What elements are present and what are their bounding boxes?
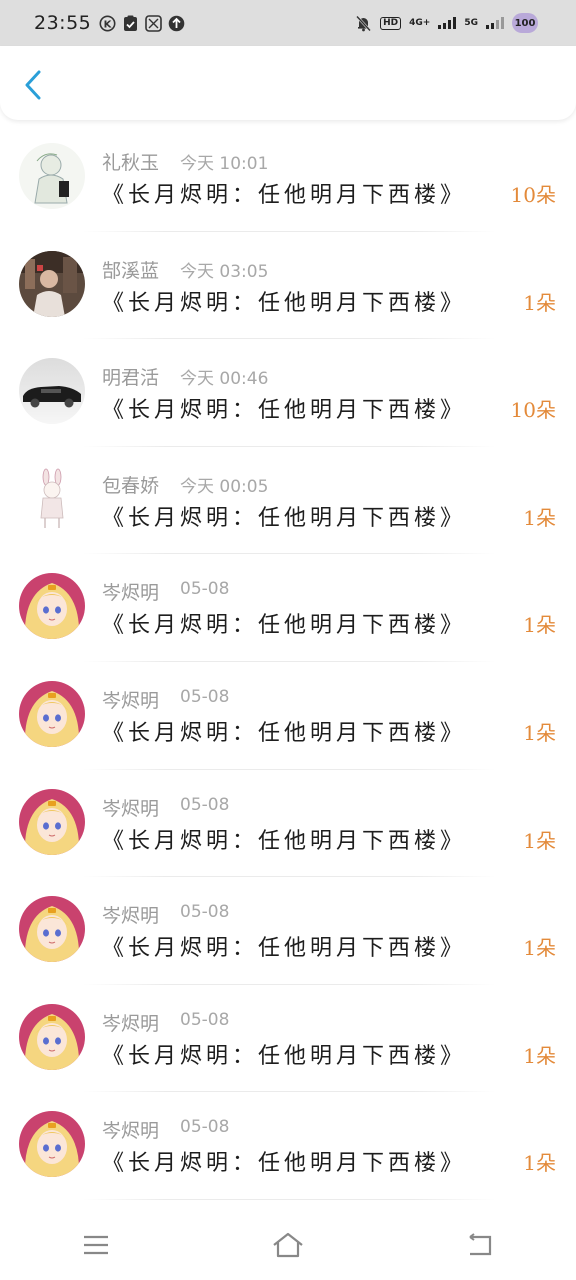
photo-person-avatar [19,250,85,317]
anime-girl-avatar [19,896,85,963]
sender-name: 岑烬明 [102,689,160,712]
list-item[interactable]: 岑烬明 05-08 《长月烬明：任他明月下西楼》 1朵 [0,1092,576,1200]
battery-icon: 100 [512,13,538,33]
timestamp: 今天 03:05 [180,261,269,282]
back-nav-button[interactable] [460,1225,500,1265]
menu-button[interactable] [76,1225,116,1265]
anime-girl-avatar [19,1111,85,1178]
flower-count: 1朵 [523,613,556,638]
sender-name: 包春娇 [102,474,160,497]
book-title: 《长月烬明：任他明月下西楼》 [102,183,467,208]
header [0,46,576,120]
timestamp: 05-08 [180,1117,230,1138]
list-item[interactable]: 包春娇 今天 00:05 《长月烬明：任他明月下西楼》 1朵 [0,447,576,555]
book-title: 《长月烬明：任他明月下西楼》 [102,613,467,639]
sender-name: 岑烬明 [102,582,160,605]
back-icon [469,1233,492,1256]
book-title: 《长月烬明：任他明月下西楼》 [102,398,467,424]
list-item[interactable]: 明君活 今天 00:46 《长月烬明：任他明月下西楼》 10朵 [0,339,576,447]
timestamp: 05-08 [180,579,230,600]
gallery-icon [145,14,163,32]
gift-record-list: 礼秋玉 今天 10:01 《长月烬明：任他明月下西楼》 10朵 郜溪蓝 今天 0… [0,124,576,1200]
flower-count: 1朵 [523,828,556,853]
list-item[interactable]: 礼秋玉 今天 10:01 《长月烬明：任他明月下西楼》 10朵 [0,124,576,232]
list-item[interactable]: 岑烬明 05-08 《长月烬明：任他明月下西楼》 1朵 [0,877,576,985]
book-title: 《长月烬明：任他明月下西楼》 [102,505,467,531]
status-bar: 23:55 K HD 4G+ 5G 100 [0,0,576,46]
flower-count: 1朵 [523,1043,556,1068]
hd-label: HD [380,16,402,30]
home-icon [273,1232,303,1258]
book-title: 《长月烬明：任他明月下西楼》 [102,720,467,746]
flower-count: 1朵 [523,290,556,315]
timestamp: 今天 10:01 [180,154,269,174]
anime-girl-avatar [19,788,85,855]
flower-count: 1朵 [523,1151,556,1176]
timestamp: 05-08 [180,1009,230,1030]
anime-girl-avatar [19,1003,85,1070]
anime-girl-avatar [19,680,85,747]
book-title: 《长月烬明：任他明月下西楼》 [102,290,467,316]
book-title: 《长月烬明：任他明月下西楼》 [102,1043,467,1069]
upload-icon [168,15,185,32]
flower-count: 1朵 [523,720,556,745]
k-icon: K [99,15,116,32]
timestamp: 05-08 [180,686,230,707]
menu-icon [84,1235,108,1255]
flower-count: 1朵 [523,505,556,530]
sender-name: 明君活 [102,367,160,390]
list-item[interactable]: 郜溪蓝 今天 03:05 《长月烬明：任他明月下西楼》 1朵 [0,232,576,340]
list-item[interactable]: 岑烬明 05-08 《长月烬明：任他明月下西楼》 1朵 [0,770,576,878]
sender-name: 礼秋玉 [102,152,160,174]
home-button[interactable] [268,1225,308,1265]
mute-bell-icon [355,15,372,32]
signal-icon [438,17,457,29]
signal-icon [486,17,504,29]
sender-name: 岑烬明 [102,905,160,928]
book-title: 《长月烬明：任他明月下西楼》 [102,936,467,962]
timestamp: 今天 00:46 [180,369,269,390]
rabbit-avatar [19,465,85,532]
timestamp: 今天 00:05 [180,476,269,497]
sender-name: 岑烬明 [102,1012,160,1035]
system-nav-bar [0,1210,576,1280]
list-item[interactable]: 岑烬明 05-08 《长月烬明：任他明月下西楼》 1朵 [0,985,576,1093]
status-time: 23:55 [34,12,92,34]
list-item[interactable]: 岑烬明 05-08 《长月烬明：任他明月下西楼》 1朵 [0,662,576,770]
svg-text:K: K [104,19,113,30]
divider [82,1198,496,1200]
list-item[interactable]: 岑烬明 05-08 《长月烬明：任他明月下西楼》 1朵 [0,554,576,662]
clipboard-check-icon [122,15,139,32]
sender-name: 岑烬明 [102,1120,160,1143]
sender-name: 岑烬明 [102,797,160,820]
network-4g-label: 4G+ [409,17,431,28]
book-title: 《长月烬明：任他明月下西楼》 [102,828,467,854]
back-chevron-icon [25,70,41,100]
flower-count: 1朵 [523,936,556,961]
book-title: 《长月烬明：任他明月下西楼》 [102,1151,467,1177]
back-button[interactable] [18,68,48,102]
sketch-figure-avatar [19,143,85,209]
timestamp: 05-08 [180,902,230,923]
timestamp: 05-08 [180,794,230,815]
anime-girl-avatar [19,573,85,640]
sender-name: 郜溪蓝 [102,259,160,282]
flower-count: 10朵 [510,183,556,207]
car-avatar [19,358,85,425]
flower-count: 10朵 [510,398,556,423]
network-5g-label: 5G [464,17,478,28]
